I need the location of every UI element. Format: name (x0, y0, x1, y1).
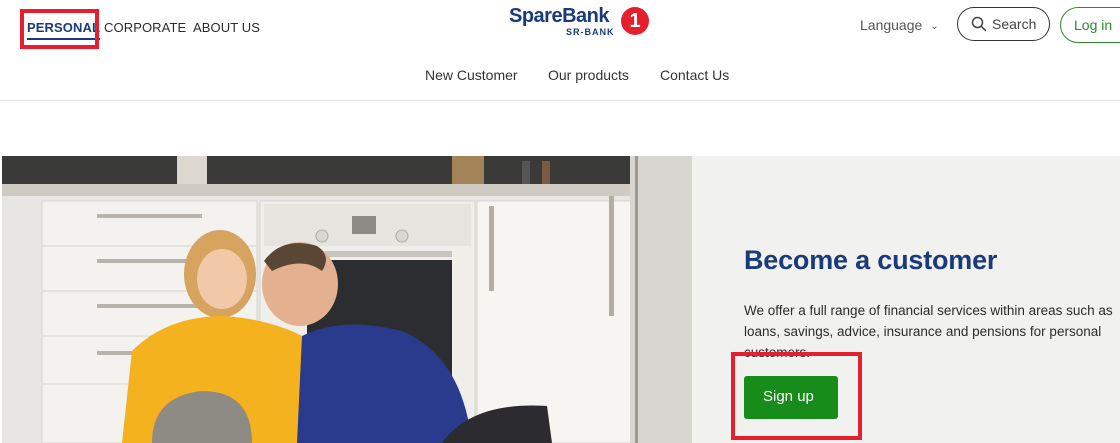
sparebank-logo[interactable]: SpareBank SR-BANK 1 (509, 5, 651, 39)
search-label: Search (992, 16, 1037, 32)
segment-personal[interactable]: PERSONAL (27, 20, 101, 40)
logo-subname: SR-BANK (566, 27, 615, 37)
login-label: Log in (1074, 17, 1113, 33)
hero-image (2, 156, 692, 443)
hero-description: We offer a full range of financial servi… (744, 303, 1113, 360)
sign-up-button[interactable]: Sign up (744, 376, 838, 419)
chevron-down-icon: ⌄ (930, 21, 939, 32)
login-button[interactable]: Log in (1060, 7, 1120, 43)
hero-title: Become a customer (744, 245, 998, 275)
sub-navigation: New Customer Our products Contact Us (0, 60, 1120, 90)
sign-up-label: Sign up (763, 388, 814, 405)
subnav-contact-us[interactable]: Contact Us (660, 67, 729, 83)
header-divider (0, 100, 1120, 101)
subnav-our-products[interactable]: Our products (548, 67, 629, 83)
top-navigation: PERSONAL CORPORATE ABOUT US SpareBank SR… (0, 0, 1120, 52)
logo-mark: 1 (621, 7, 649, 35)
subnav-new-customer[interactable]: New Customer (425, 67, 518, 83)
language-label: Language (860, 17, 923, 33)
logo-name: SpareBank (509, 5, 610, 27)
segment-about-us[interactable]: ABOUT US (193, 20, 260, 35)
search-icon (971, 16, 987, 32)
segment-corporate[interactable]: CORPORATE (104, 20, 186, 35)
language-selector[interactable]: Language ⌄ (860, 17, 939, 33)
search-button[interactable]: Search (957, 7, 1050, 41)
